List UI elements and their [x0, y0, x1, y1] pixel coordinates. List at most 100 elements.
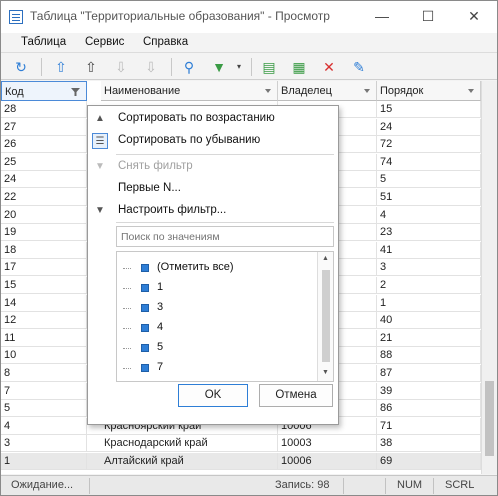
sort-descending-item[interactable]: ☰ Сортировать по убыванию [88, 130, 338, 152]
menu-service[interactable]: Сервис [85, 36, 124, 48]
cell-code[interactable]: 14 [1, 294, 87, 312]
cell-name[interactable]: Краснодарский край [101, 435, 278, 453]
eraser-icon[interactable]: ✎ [349, 57, 369, 77]
values-scrollbar-thumb[interactable] [322, 270, 330, 362]
cell-order[interactable]: 15 [377, 101, 481, 118]
cell-code[interactable]: 1 [1, 453, 87, 470]
cell-code[interactable]: 12 [1, 312, 87, 330]
cell-order[interactable]: 86 [377, 400, 481, 418]
cell-code[interactable]: 4 [1, 417, 87, 435]
cell-order[interactable]: 72 [377, 136, 481, 154]
filter-icon[interactable]: ▼ [209, 57, 229, 77]
value-checkbox[interactable] [141, 304, 149, 312]
cell-code[interactable]: 11 [1, 329, 87, 347]
cell-order[interactable]: 5 [377, 171, 481, 189]
sort-ascending-item[interactable]: ▲ Сортировать по возрастанию [88, 108, 338, 130]
cell-code[interactable]: 20 [1, 206, 87, 224]
cell-order[interactable]: 23 [377, 224, 481, 242]
cell-code[interactable]: 5 [1, 400, 87, 418]
filter-value-item[interactable]: 5 [117, 338, 313, 358]
cell-code[interactable]: 27 [1, 118, 87, 136]
scrollbar-thumb[interactable] [485, 381, 494, 456]
filter-dropdown-arrow-icon[interactable]: ▾ [229, 57, 249, 77]
cell-code[interactable]: 17 [1, 259, 87, 277]
filter-value-item[interactable]: 4 [117, 318, 313, 338]
cell-code[interactable]: 7 [1, 382, 87, 400]
cell-order[interactable]: 87 [377, 365, 481, 382]
delete-row-icon[interactable]: ✕ [319, 57, 339, 77]
cell-owner[interactable]: 10006 [278, 453, 377, 470]
value-checkbox[interactable] [141, 364, 149, 372]
cell-order[interactable]: 74 [377, 153, 481, 171]
cell-code[interactable]: 24 [1, 171, 87, 189]
cell-code[interactable]: 22 [1, 189, 87, 206]
cell-order[interactable]: 3 [377, 259, 481, 277]
column-header-owner[interactable]: Владелец [278, 81, 377, 101]
cell-order[interactable]: 24 [377, 118, 481, 136]
cell-code[interactable]: 19 [1, 224, 87, 242]
table-app-icon [9, 10, 23, 24]
filter-value-item[interactable]: 1 [117, 278, 313, 298]
ok-button[interactable]: OK [178, 384, 248, 407]
cell-code[interactable]: 28 [1, 101, 87, 118]
value-checkbox[interactable] [141, 344, 149, 352]
cell-order[interactable]: 69 [377, 453, 481, 470]
tree-line [123, 268, 131, 269]
scroll-up-icon[interactable]: ▲ [318, 252, 333, 266]
value-checkbox[interactable] [141, 284, 149, 292]
search-icon[interactable]: ⚲ [179, 57, 199, 77]
filter-value-item[interactable]: 3 [117, 298, 313, 318]
table-row[interactable]: 1 Алтайский край 10006 69 [1, 453, 481, 470]
table-row[interactable]: 3 Краснодарский край 10003 38 [1, 435, 481, 453]
filter-value-item[interactable]: (Отметить все) [117, 258, 313, 278]
cell-order[interactable]: 39 [377, 382, 481, 400]
refresh-icon[interactable]: ↻ [11, 57, 31, 77]
close-button[interactable]: ✕ [451, 1, 497, 33]
cancel-button[interactable]: Отмена [259, 384, 333, 407]
cell-order[interactable]: 40 [377, 312, 481, 330]
filter-value-item[interactable]: 7 [117, 358, 313, 378]
cell-order[interactable]: 2 [377, 277, 481, 294]
scroll-down-icon[interactable]: ▼ [318, 366, 333, 380]
insert-row-icon[interactable]: ▤ [259, 57, 279, 77]
cell-code[interactable]: 3 [1, 435, 87, 453]
cell-order[interactable]: 41 [377, 241, 481, 259]
value-search-input[interactable] [116, 226, 334, 247]
cell-code[interactable]: 15 [1, 277, 87, 294]
cell-owner[interactable]: 10003 [278, 435, 377, 453]
cell-code[interactable]: 10 [1, 347, 87, 365]
menu-table[interactable]: Таблица [21, 36, 66, 48]
status-scrl: SCRL [445, 479, 475, 491]
cell-order[interactable]: 51 [377, 189, 481, 206]
cell-order[interactable]: 71 [377, 417, 481, 435]
first-record-icon[interactable]: ⇧ [51, 57, 71, 77]
cell-order[interactable]: 4 [377, 206, 481, 224]
values-scrollbar[interactable]: ▲ ▼ [317, 252, 333, 381]
cell-code[interactable]: 25 [1, 153, 87, 171]
cell-order[interactable]: 88 [377, 347, 481, 365]
custom-filter-item[interactable]: ▼ Настроить фильтр... [88, 200, 338, 222]
cell-order[interactable]: 38 [377, 435, 481, 453]
cell-code[interactable]: 26 [1, 136, 87, 154]
menu-help[interactable]: Справка [143, 36, 188, 48]
cell-code[interactable]: 18 [1, 241, 87, 259]
value-checkbox[interactable] [141, 264, 149, 272]
cell-order[interactable]: 1 [377, 294, 481, 312]
value-checkbox[interactable] [141, 324, 149, 332]
maximize-button[interactable]: ☐ [405, 1, 451, 33]
cell-code[interactable]: 8 [1, 365, 87, 382]
add-row-icon[interactable]: ▦ [289, 57, 309, 77]
column-filter-icon[interactable] [71, 88, 80, 96]
cell-name[interactable]: Алтайский край [101, 453, 278, 470]
column-header-order[interactable]: Порядок [377, 81, 481, 101]
first-n-item[interactable]: Первые N... [88, 178, 338, 200]
cell-order[interactable]: 21 [377, 329, 481, 347]
clear-filter-item[interactable]: ▼ Снять фильтр [88, 156, 338, 178]
column-header-code[interactable]: Код [1, 81, 87, 101]
previous-record-icon[interactable]: ⇧ [81, 57, 101, 77]
next-record-icon[interactable]: ⇩ [111, 57, 131, 77]
grid-vertical-scrollbar[interactable] [481, 81, 497, 474]
minimize-button[interactable]: — [359, 1, 405, 33]
last-record-icon[interactable]: ⇩ [141, 57, 161, 77]
column-header-name[interactable]: Наименование [101, 81, 278, 101]
